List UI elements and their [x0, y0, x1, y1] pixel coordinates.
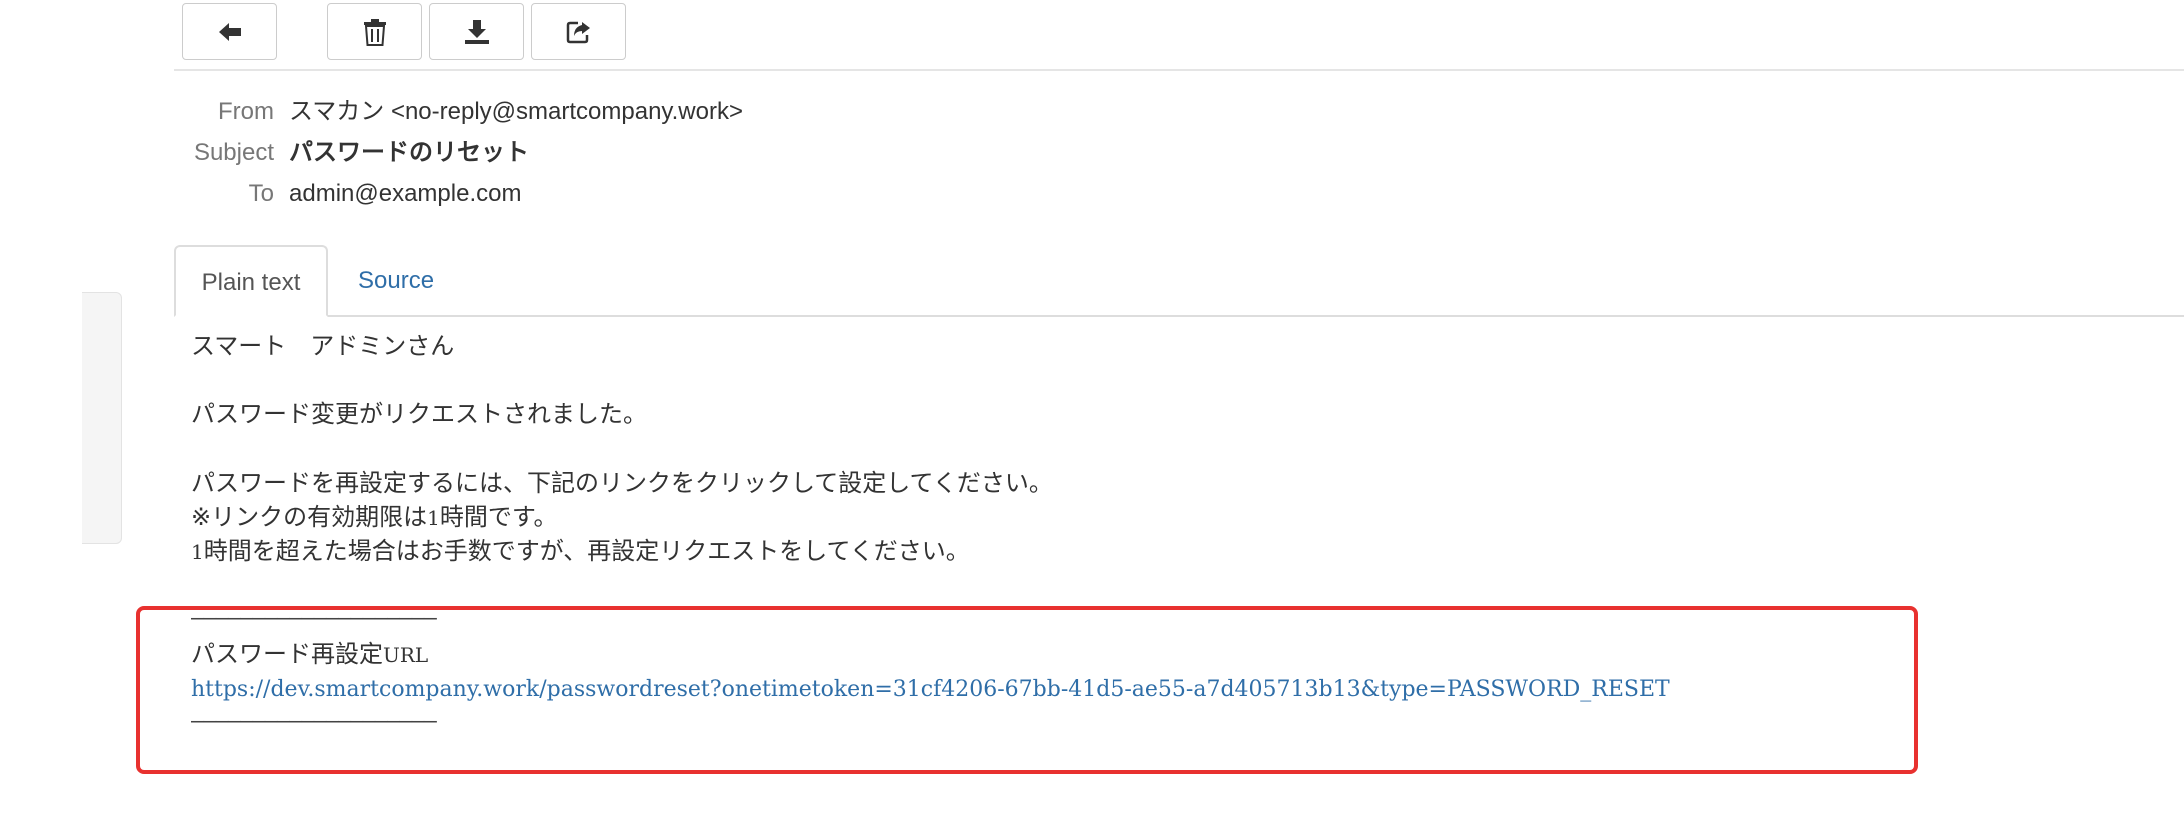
body-line-3-number: 1	[427, 506, 440, 530]
body-line-2: パスワードを再設定するには、下記のリンクをクリックして設定してください。	[191, 470, 1053, 497]
arrow-left-icon	[217, 21, 243, 43]
from-label: From	[218, 98, 274, 125]
body-line-3-suffix: 時間です。	[439, 504, 558, 531]
separator-top: ――――――――――――――――――――	[191, 606, 437, 631]
tab-bar: Plain text Source	[174, 245, 2184, 317]
download-button[interactable]	[429, 3, 524, 60]
body-line-3: ※リンクの有効期限は1時間です。	[191, 501, 557, 535]
to-label: To	[248, 180, 274, 207]
side-panel	[82, 292, 122, 544]
back-button[interactable]	[182, 3, 277, 60]
body-line-4-suffix: 時間を超えた場合はお手数ですが、再設定リクエストをしてください。	[203, 538, 970, 565]
forward-button[interactable]	[531, 3, 626, 60]
body-line-3-prefix: ※リンクの有効期限は	[191, 504, 428, 531]
toolbar-divider	[174, 69, 2184, 71]
delete-button[interactable]	[327, 3, 422, 60]
tab-source[interactable]: Source	[358, 245, 434, 317]
body-line-4: 1時間を超えた場合はお手数ですが、再設定リクエストをしてください。	[191, 535, 970, 569]
share-icon	[566, 20, 592, 44]
separator-bottom: ――――――――――――――――――――	[191, 709, 437, 734]
from-value: スマカン <no-reply@smartcompany.work>	[289, 98, 743, 125]
greeting-line: スマート アドミンさん	[191, 333, 455, 360]
to-value: admin@example.com	[289, 180, 522, 207]
url-label-prefix: パスワード再設定	[191, 641, 383, 668]
tab-plain-text[interactable]: Plain text	[174, 245, 328, 317]
subject-value: パスワードのリセット	[289, 139, 529, 166]
url-label-line: パスワード再設定URL	[191, 638, 428, 672]
body-line-4-number: 1	[191, 540, 204, 564]
subject-label: Subject	[193, 139, 274, 166]
toolbar	[182, 3, 682, 61]
download-icon	[464, 19, 490, 45]
email-viewer: From スマカン <no-reply@smartcompany.work> S…	[0, 0, 2184, 840]
trash-icon	[363, 18, 387, 46]
password-reset-link[interactable]: https://dev.smartcompany.work/passwordre…	[191, 677, 1670, 702]
url-label-suffix: URL	[383, 643, 429, 667]
url-line: https://dev.smartcompany.work/passwordre…	[191, 672, 1670, 706]
body-line-1: パスワード変更がリクエストされました。	[191, 401, 647, 428]
